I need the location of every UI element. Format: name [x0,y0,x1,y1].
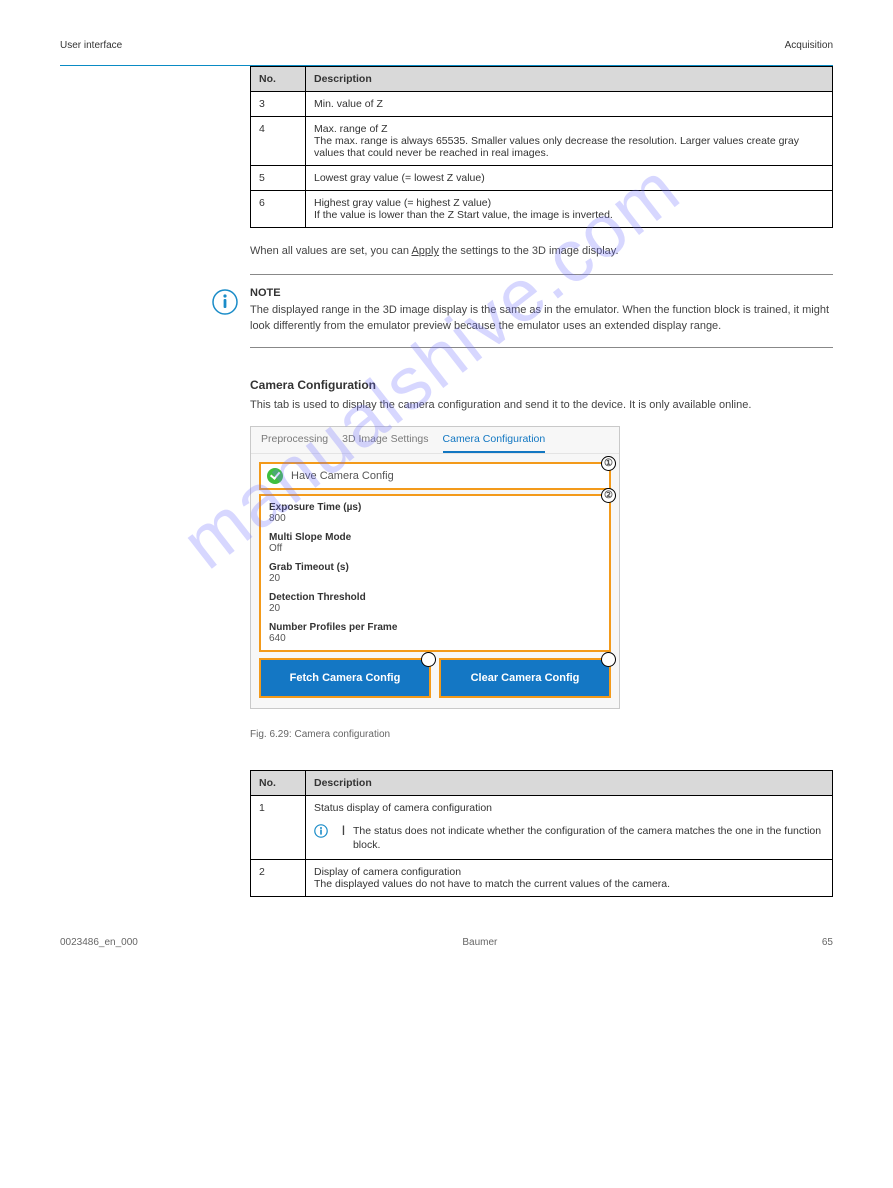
footer-doc-id: 0023486_en_000 [60,937,138,948]
table-camera-config: No. Description 1 Status display of came… [250,770,833,897]
fetch-camera-config-button[interactable]: Fetch Camera Config ③ [259,658,431,698]
table-row: 6 Highest gray value (= highest Z value)… [251,191,833,228]
table-row: 1 Status display of camera configuration… [251,795,833,859]
th-no: No. [251,67,306,92]
note-block: NOTE The displayed range in the 3D image… [250,274,833,348]
status-text: Have Camera Config [291,470,394,482]
check-icon [267,468,283,484]
note-body: The displayed range in the 3D image disp… [250,303,833,335]
note-bar: | [342,824,345,836]
callout-3: ③ [421,652,436,667]
apply-paragraph: When all values are set, you can Apply t… [250,244,833,260]
table-row: 2 Display of camera configuration The di… [251,860,833,897]
figure-caption: Fig. 6.29: Camera configuration [250,729,833,740]
tab-preprocessing[interactable]: Preprocessing [261,433,328,453]
table-row: 3 Min. value of Z [251,92,833,117]
callout-2: ② [601,488,616,503]
tab-camera-configuration[interactable]: Camera Configuration [443,433,546,453]
info-icon [314,824,328,838]
tab-3d-image-settings[interactable]: 3D Image Settings [342,433,428,453]
th-no: No. [251,770,306,795]
info-icon [212,289,238,318]
th-desc: Description [306,67,833,92]
callout-1: ① [601,456,616,471]
clear-camera-config-button[interactable]: Clear Camera Config ④ [439,658,611,698]
camera-config-screenshot: Preprocessing 3D Image Settings Camera C… [250,426,622,709]
page-footer: 0023486_en_000 Baumer 65 [60,937,833,948]
header-right: Acquisition [785,40,833,51]
section-heading: Camera Configuration [250,378,833,392]
table-row: 5 Lowest gray value (= lowest Z value) [251,166,833,191]
footer-brand: Baumer [462,937,497,948]
status-row: Have Camera Config ① [259,462,611,490]
table-3d-settings: No. Description 3 Min. value of Z 4 Max.… [250,66,833,228]
footer-page-no: 65 [822,937,833,948]
note-title: NOTE [250,287,833,299]
config-values-box: ② Exposure Time (µs)800 Multi Slope Mode… [259,494,611,652]
th-desc: Description [306,770,833,795]
section-intro: This tab is used to display the camera c… [250,398,833,414]
table-row: 4 Max. range of Z The max. range is alwa… [251,117,833,166]
callout-4: ④ [601,652,616,667]
tab-strip: Preprocessing 3D Image Settings Camera C… [251,427,619,454]
header-left: User interface [60,40,122,51]
